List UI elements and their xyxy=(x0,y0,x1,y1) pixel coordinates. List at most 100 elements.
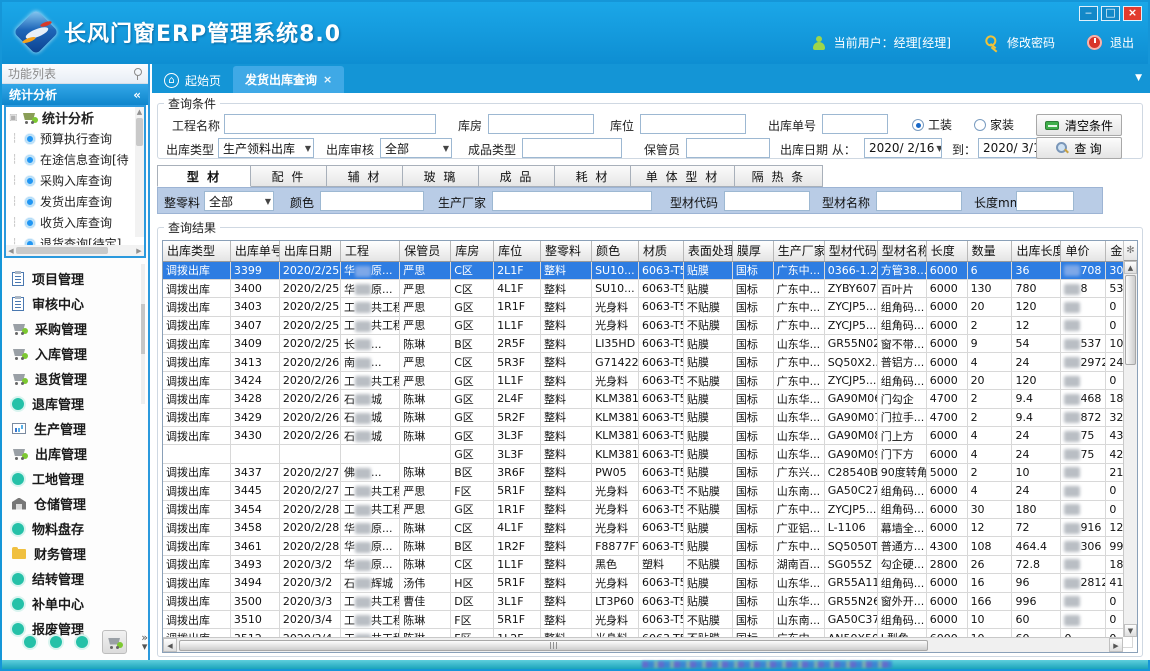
table-cell[interactable]: 光身料 xyxy=(592,610,639,628)
table-cell[interactable]: 广亚铝... xyxy=(773,518,824,536)
material-tab[interactable]: 玻 璃 xyxy=(403,165,479,187)
table-cell[interactable]: 166 xyxy=(967,592,1012,610)
table-cell[interactable]: 组角码... xyxy=(877,371,926,389)
table-cell[interactable]: 72 xyxy=(1012,518,1061,536)
table-cell[interactable]: 6063-T5 xyxy=(639,390,684,408)
table-cell[interactable]: 调拨出库 xyxy=(163,500,230,518)
table-cell[interactable]: 6000 xyxy=(926,298,967,316)
table-cell[interactable]: 6063-T5 xyxy=(639,279,684,297)
table-cell[interactable]: F区 xyxy=(451,482,494,500)
table-cell[interactable]: 普通方... xyxy=(877,537,926,555)
minimize-button[interactable]: ‒ xyxy=(1079,6,1098,21)
table-cell[interactable]: SU10... xyxy=(592,279,639,297)
table-cell[interactable] xyxy=(1061,555,1106,573)
audit-select[interactable]: 全部▼ xyxy=(380,138,452,158)
table-cell[interactable]: 6063-T5 xyxy=(639,353,684,371)
table-cell[interactable]: 24 xyxy=(1012,445,1061,463)
table-cell[interactable]: 6063-T5 xyxy=(639,574,684,592)
table-cell[interactable]: KLM3817 xyxy=(592,427,639,445)
table-cell[interactable]: 严思 xyxy=(400,371,451,389)
table-cell[interactable]: 国标 xyxy=(732,261,773,279)
table-cell[interactable]: 国标 xyxy=(732,445,773,463)
table-cell[interactable]: 光身料 xyxy=(592,500,639,518)
table-cell[interactable]: 1R1F xyxy=(494,500,541,518)
table-cell[interactable]: 6000 xyxy=(926,574,967,592)
table-cell[interactable]: 5R1F xyxy=(494,610,541,628)
table-cell[interactable] xyxy=(1061,610,1106,628)
table-cell[interactable]: 陈琳 xyxy=(400,518,451,536)
column-header[interactable]: 工程 xyxy=(341,241,400,261)
table-cell[interactable]: PW05 xyxy=(592,463,639,481)
keeper-input[interactable] xyxy=(686,138,770,158)
sidebar-item-chart[interactable]: 生产管理 xyxy=(12,416,148,441)
table-cell[interactable]: 南... xyxy=(341,353,400,371)
table-row[interactable]: 调拨出库35102020/3/4工共工程陈琳F区5R1F整料光身料6063-T5… xyxy=(163,610,1133,628)
table-cell[interactable]: GA50C37 xyxy=(824,610,877,628)
table-cell[interactable]: 工共工程 xyxy=(341,500,400,518)
table-cell[interactable]: 96 xyxy=(1012,574,1061,592)
table-cell[interactable]: 国标 xyxy=(732,298,773,316)
table-cell[interactable]: GR55N02 xyxy=(824,335,877,353)
table-cell[interactable] xyxy=(279,445,340,463)
tree-root[interactable]: ▣ 统计分析 xyxy=(6,107,144,128)
table-cell[interactable]: 2020/2/25 xyxy=(279,298,340,316)
table-cell[interactable]: 汤伟 xyxy=(400,574,451,592)
table-cell[interactable]: 广东中... xyxy=(773,537,824,555)
table-cell[interactable]: 整料 xyxy=(541,445,592,463)
table-cell[interactable]: 华原... xyxy=(341,279,400,297)
tree-item[interactable]: ┆收货入库查询 xyxy=(6,212,144,233)
grid-horizontal-scrollbar[interactable]: ◀ ▶ xyxy=(163,637,1123,652)
table-cell[interactable]: 72.8 xyxy=(1012,555,1061,573)
table-cell[interactable]: 调拨出库 xyxy=(163,427,230,445)
table-cell[interactable]: 708 xyxy=(1061,261,1106,279)
table-cell[interactable]: 调拨出库 xyxy=(163,371,230,389)
table-cell[interactable] xyxy=(163,445,230,463)
table-cell[interactable]: 108 xyxy=(967,537,1012,555)
table-cell[interactable]: 整料 xyxy=(541,427,592,445)
table-cell[interactable]: 石城 xyxy=(341,427,400,445)
table-cell[interactable]: 2020/2/26 xyxy=(279,371,340,389)
table-cell[interactable]: 华原... xyxy=(341,555,400,573)
table-cell[interactable]: 464.4 xyxy=(1012,537,1061,555)
material-tab[interactable]: 耗 材 xyxy=(555,165,631,187)
table-cell[interactable]: 3400 xyxy=(230,279,279,297)
table-cell[interactable]: 12 xyxy=(1012,316,1061,334)
part-select[interactable]: 全部▼ xyxy=(204,191,274,211)
table-cell[interactable] xyxy=(1061,463,1106,481)
table-cell[interactable]: 9 xyxy=(967,335,1012,353)
column-header[interactable]: 膜厚 xyxy=(732,241,773,261)
column-chooser-icon[interactable]: ✻ xyxy=(1124,241,1137,261)
column-header[interactable]: 库房 xyxy=(451,241,494,261)
table-cell[interactable]: 调拨出库 xyxy=(163,279,230,297)
table-cell[interactable]: G71422 xyxy=(592,353,639,371)
table-cell[interactable]: 调拨出库 xyxy=(163,518,230,536)
material-tab[interactable]: 型 材 xyxy=(157,165,251,187)
table-cell[interactable]: 调拨出库 xyxy=(163,298,230,316)
table-cell[interactable]: 6063-T5 xyxy=(639,610,684,628)
table-cell[interactable]: 6000 xyxy=(926,316,967,334)
table-row[interactable]: 调拨出库34092020/2/25长...陈琳B区2R5F整料LI35HD606… xyxy=(163,335,1133,353)
table-cell[interactable]: G区 xyxy=(451,371,494,389)
table-cell[interactable]: 整料 xyxy=(541,298,592,316)
table-cell[interactable]: 6000 xyxy=(926,353,967,371)
table-cell[interactable]: F区 xyxy=(451,610,494,628)
table-cell[interactable]: 1L1F xyxy=(494,316,541,334)
column-header[interactable]: 保管员 xyxy=(400,241,451,261)
table-cell[interactable]: 工共工程 xyxy=(341,592,400,610)
table-cell[interactable]: 3L1F xyxy=(494,592,541,610)
profile-name-input[interactable] xyxy=(876,191,962,211)
table-cell[interactable]: L-1106 xyxy=(824,518,877,536)
table-cell[interactable]: 6063-T5 xyxy=(639,592,684,610)
table-cell[interactable]: 陈琳 xyxy=(400,555,451,573)
table-cell[interactable]: 4L1F xyxy=(494,279,541,297)
table-cell[interactable]: 陈琳 xyxy=(400,610,451,628)
table-cell[interactable]: 1R1F xyxy=(494,298,541,316)
table-cell[interactable]: 468 xyxy=(1061,390,1106,408)
table-cell[interactable]: 36 xyxy=(1012,261,1061,279)
sidebar-item-cart[interactable]: 出库管理 xyxy=(12,441,148,466)
column-header[interactable]: 库位 xyxy=(494,241,541,261)
table-cell[interactable]: 整料 xyxy=(541,390,592,408)
table-cell[interactable]: 2020/3/3 xyxy=(279,592,340,610)
table-cell[interactable]: 3500 xyxy=(230,592,279,610)
table-cell[interactable]: 山东南... xyxy=(773,610,824,628)
